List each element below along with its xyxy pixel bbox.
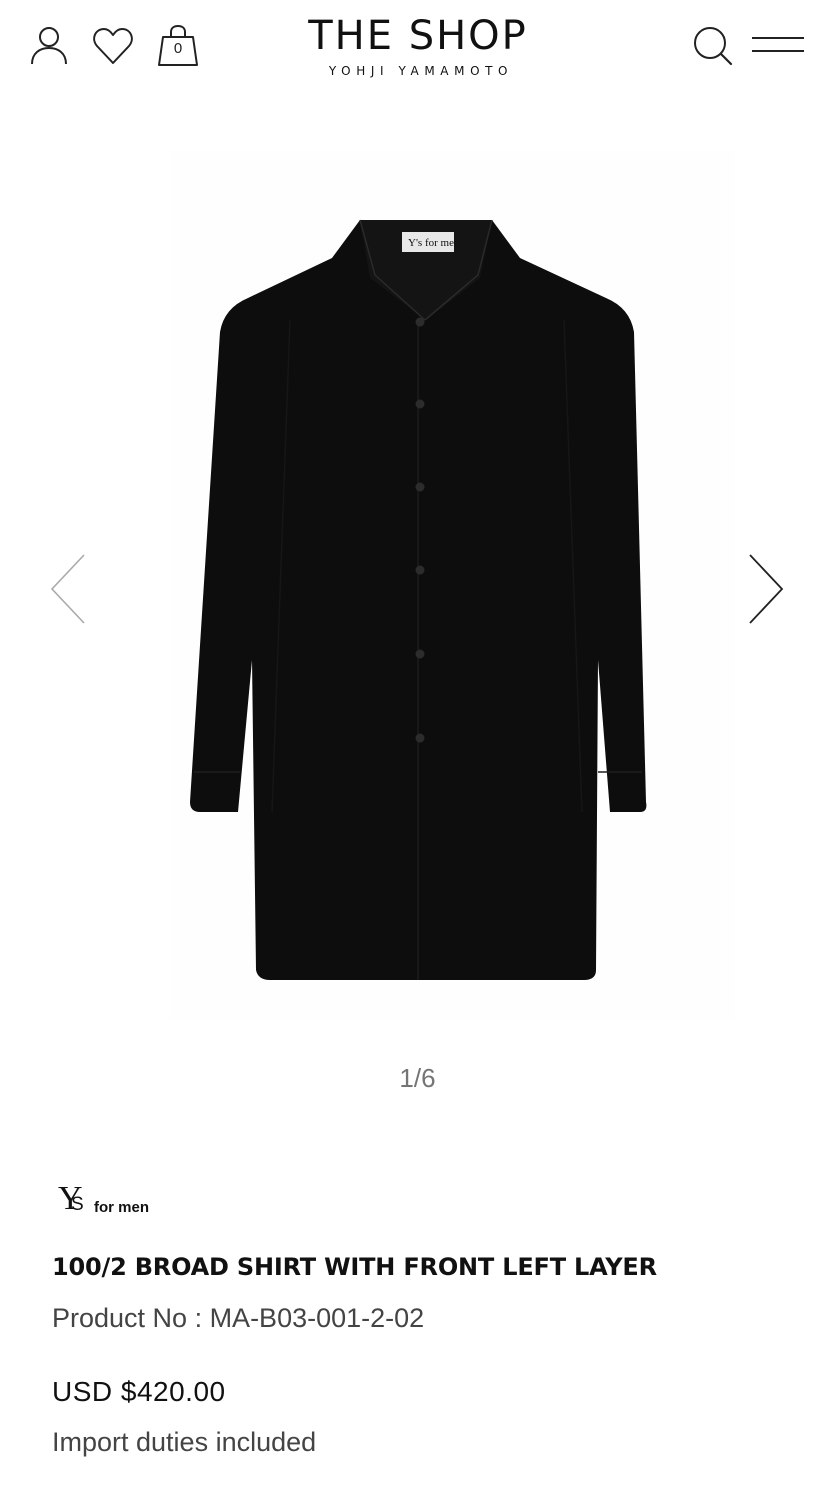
product-number: Product No : MA-B03-001-2-02: [52, 1303, 425, 1333]
site-logo[interactable]: THE SHOP YOHJI YAMAMOTO: [268, 14, 568, 78]
brand-logo-s: S: [71, 1194, 84, 1215]
shirt-label-text: Y's for men: [408, 237, 460, 249]
chevron-left-icon[interactable]: [48, 553, 88, 630]
import-duties-note: Import duties included: [52, 1427, 317, 1457]
cart-count-badge: 0: [173, 40, 183, 57]
shopping-bag-icon[interactable]: 0: [157, 24, 199, 68]
logo-title: THE SHOP: [308, 13, 528, 59]
hamburger-menu-icon[interactable]: [751, 35, 805, 55]
product-gallery: Y's for men: [0, 150, 835, 1030]
image-counter: 1/6: [399, 1063, 436, 1093]
brand-logo-for-men: for men: [94, 1199, 150, 1216]
product-name: 100/2 BROAD SHIRT WITH FRONT LEFT LAYER: [52, 1253, 657, 1281]
product-page: 0 THE SHOP YOHJI YAMAMOTO Y's for men 1/…: [0, 0, 835, 1500]
product-price: USD $420.00: [52, 1376, 226, 1407]
account-icon[interactable]: [28, 24, 72, 68]
logo-subtitle: YOHJI YAMAMOTO: [328, 64, 514, 78]
chevron-right-icon[interactable]: [746, 553, 786, 630]
site-header: 0 THE SHOP YOHJI YAMAMOTO: [0, 0, 835, 100]
search-icon[interactable]: [691, 24, 735, 68]
heart-icon[interactable]: [92, 26, 136, 66]
product-image-shirt[interactable]: Y's for men: [180, 180, 660, 980]
